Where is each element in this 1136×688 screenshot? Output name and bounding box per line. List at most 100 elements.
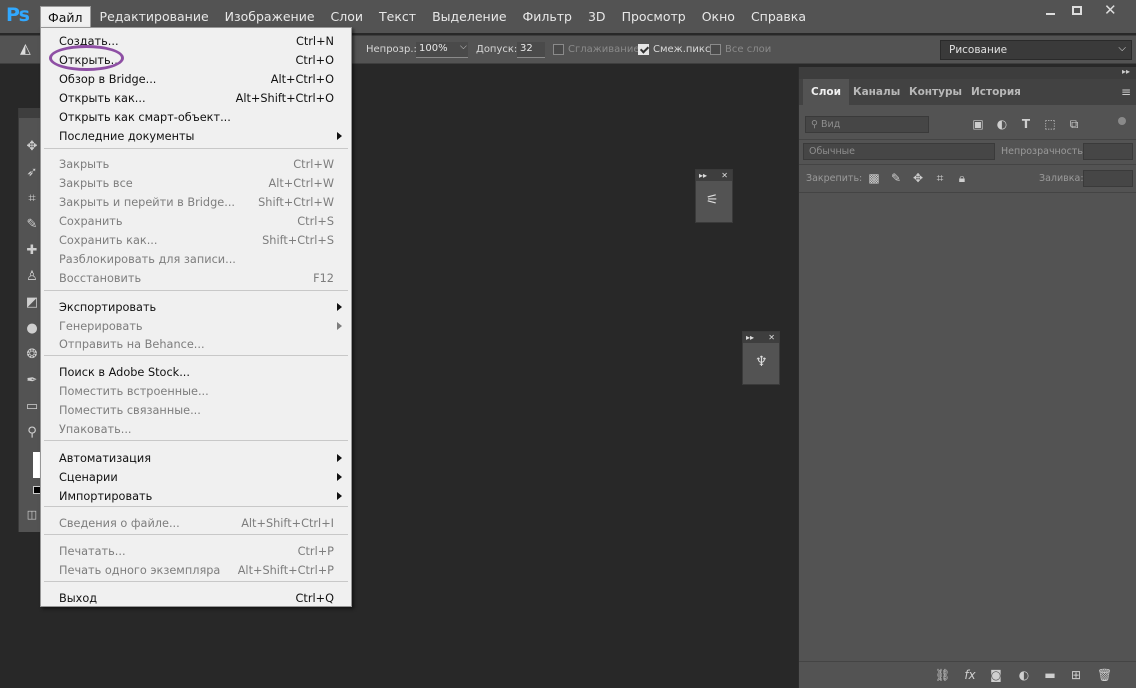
tab-layers[interactable]: Слои bbox=[803, 79, 849, 105]
menu-item[interactable]: Выделение bbox=[425, 6, 513, 28]
tab-history[interactable]: История bbox=[963, 79, 1029, 105]
menu-item-shortcut: Shift+Ctrl+S bbox=[262, 234, 334, 247]
blend-mode-select[interactable]: Обычные bbox=[803, 143, 995, 160]
mini-panel-header[interactable]: ▸▸ ✕ bbox=[696, 170, 732, 181]
tab-paths[interactable]: Контуры bbox=[901, 79, 970, 105]
layers-list[interactable] bbox=[799, 193, 1136, 660]
file-menu-item: Упаковать... bbox=[41, 420, 351, 439]
file-menu-item[interactable]: Автоматизация bbox=[41, 449, 351, 468]
lock-artboard-icon[interactable]: ⌗ bbox=[933, 171, 947, 185]
minimize-icon bbox=[1046, 13, 1055, 15]
menu-item-shortcut: Ctrl+P bbox=[297, 545, 334, 558]
file-menu-item[interactable]: Поиск в Adobe Stock... bbox=[41, 363, 351, 382]
file-menu-item[interactable]: Последние документы bbox=[41, 127, 351, 146]
menu-item[interactable]: Фильтр bbox=[516, 6, 579, 28]
brushes-icon[interactable]: ♆ bbox=[755, 354, 768, 370]
antialias-checkbox[interactable] bbox=[553, 44, 564, 55]
pen-tool-icon[interactable]: ✒ bbox=[25, 374, 39, 388]
layer-style-icon[interactable]: fx bbox=[963, 668, 977, 682]
close-icon[interactable]: ✕ bbox=[768, 332, 775, 343]
file-menu-item[interactable]: Обзор в Bridge... Alt+Ctrl+O bbox=[41, 70, 351, 89]
blur-tool-icon[interactable]: ● bbox=[25, 322, 39, 336]
paint-bucket-icon[interactable]: ◭ bbox=[20, 41, 38, 59]
submenu-arrow-icon bbox=[337, 132, 342, 140]
link-layers-icon[interactable]: ⛓ bbox=[935, 668, 950, 682]
file-menu-item: Печать одного экземпляра Alt+Shift+Ctrl+P bbox=[41, 561, 351, 580]
menu-item[interactable]: Слои bbox=[324, 6, 371, 28]
move-tool-icon[interactable]: ✥ bbox=[25, 140, 39, 154]
lock-all-icon[interactable]: 🔒︎ bbox=[955, 171, 969, 185]
menu-item[interactable]: Просмотр bbox=[615, 6, 693, 28]
menu-item-label: Экспортировать bbox=[59, 301, 157, 314]
menu-separator bbox=[44, 290, 348, 291]
brush-settings-icon[interactable]: ⚟ bbox=[706, 192, 719, 208]
expand-icon[interactable]: ▸▸ bbox=[746, 333, 754, 342]
panel-menu-icon[interactable]: ≡ bbox=[1121, 85, 1131, 99]
collapse-icon[interactable]: ▸▸ bbox=[1122, 67, 1130, 76]
zoom-tool-icon[interactable]: ⚲ bbox=[25, 426, 39, 440]
eraser-tool-icon[interactable]: ◩ bbox=[25, 296, 39, 310]
close-window-button[interactable]: ✕ bbox=[1092, 1, 1132, 19]
filter-smart-object-icon[interactable]: ⧉ bbox=[1067, 117, 1081, 131]
menu-item-label: Генерировать bbox=[59, 320, 143, 333]
lock-transparent-icon[interactable]: ▩ bbox=[867, 171, 881, 185]
sponge-tool-icon[interactable]: ❂ bbox=[25, 348, 39, 362]
menu-item[interactable]: 3D bbox=[581, 6, 613, 28]
menu-item[interactable]: Файл bbox=[40, 6, 91, 28]
filter-pixel-icon[interactable]: ▣ bbox=[971, 117, 985, 131]
quick-mask-icon[interactable]: ◫ bbox=[25, 508, 39, 522]
chevron-down-icon[interactable]: ⌵ bbox=[460, 42, 467, 52]
menu-item[interactable]: Окно bbox=[695, 6, 742, 28]
fill-input[interactable] bbox=[1083, 170, 1133, 187]
all-layers-checkbox[interactable] bbox=[710, 44, 721, 55]
file-menu-item: Восстановить F12 bbox=[41, 269, 351, 288]
adjustment-layer-icon[interactable]: ◐ bbox=[1017, 668, 1031, 682]
panel-collapse-strip[interactable]: ▸▸ bbox=[799, 67, 1136, 79]
stamp-tool-icon[interactable]: ♙ bbox=[25, 270, 39, 284]
menu-item[interactable]: Изображение bbox=[218, 6, 322, 28]
opacity-input[interactable] bbox=[1083, 143, 1133, 160]
minimize-button[interactable] bbox=[1038, 3, 1064, 19]
lock-position-icon[interactable]: ✥ bbox=[911, 171, 925, 185]
tolerance-field[interactable]: 32 bbox=[517, 42, 545, 58]
lock-image-icon[interactable]: ✎ bbox=[889, 171, 903, 185]
chevron-down-icon: ⌵ bbox=[1118, 43, 1126, 54]
filter-adjustment-icon[interactable]: ◐ bbox=[995, 117, 1009, 131]
menu-items: Файл Редактирование Изображение Слои Текст Вы… bbox=[40, 6, 815, 28]
maximize-button[interactable] bbox=[1064, 3, 1090, 19]
close-icon[interactable]: ✕ bbox=[721, 170, 728, 181]
layer-filter-select[interactable]: ⚲ Вид bbox=[805, 116, 929, 133]
rectangle-tool-icon[interactable]: ▭ bbox=[25, 400, 39, 414]
menu-item[interactable]: Редактирование bbox=[93, 6, 216, 28]
workspace-select[interactable]: Рисование ⌵ bbox=[940, 40, 1132, 60]
contiguous-checkbox[interactable] bbox=[638, 44, 649, 55]
eyedropper-tool-icon[interactable]: ✎ bbox=[25, 218, 39, 232]
file-menu-item[interactable]: Открыть как смарт-объект... bbox=[41, 108, 351, 127]
healing-brush-icon[interactable]: ✚ bbox=[25, 244, 39, 258]
tab-channels[interactable]: Каналы bbox=[845, 79, 908, 105]
filter-toggle-icon[interactable] bbox=[1118, 117, 1126, 125]
maximize-icon bbox=[1072, 6, 1082, 15]
file-menu-item[interactable]: Выход Ctrl+Q bbox=[41, 589, 351, 608]
new-group-icon[interactable]: ▬ bbox=[1043, 668, 1057, 682]
new-layer-icon[interactable]: ⊞ bbox=[1069, 668, 1083, 682]
menu-item[interactable]: Справка bbox=[744, 6, 813, 28]
filter-shape-icon[interactable]: ⬚ bbox=[1043, 117, 1057, 131]
filter-type-icon[interactable]: T bbox=[1019, 117, 1033, 131]
file-menu-item[interactable]: Экспортировать bbox=[41, 298, 351, 317]
menu-item[interactable]: Текст bbox=[372, 6, 423, 28]
file-menu-item[interactable]: Открыть как... Alt+Shift+Ctrl+O bbox=[41, 89, 351, 108]
crop-tool-icon[interactable]: ⌗ bbox=[25, 192, 39, 206]
file-menu-item[interactable]: Сценарии bbox=[41, 468, 351, 487]
add-mask-icon[interactable]: ◙ bbox=[989, 668, 1003, 682]
file-menu-item[interactable]: Импортировать bbox=[41, 487, 351, 506]
trash-icon[interactable]: 🗑︎ bbox=[1097, 668, 1112, 682]
lasso-tool-icon[interactable]: ➶ bbox=[25, 166, 39, 180]
menu-separator bbox=[44, 355, 348, 356]
menu-item-label: Сохранить bbox=[59, 215, 123, 228]
expand-icon[interactable]: ▸▸ bbox=[699, 171, 707, 180]
menu-item-label: Отправить на Behance... bbox=[59, 338, 205, 351]
mini-panel-header[interactable]: ▸▸ ✕ bbox=[743, 332, 779, 343]
menu-item-label: Закрыть bbox=[59, 158, 110, 171]
file-menu-item: Сохранить как... Shift+Ctrl+S bbox=[41, 231, 351, 250]
